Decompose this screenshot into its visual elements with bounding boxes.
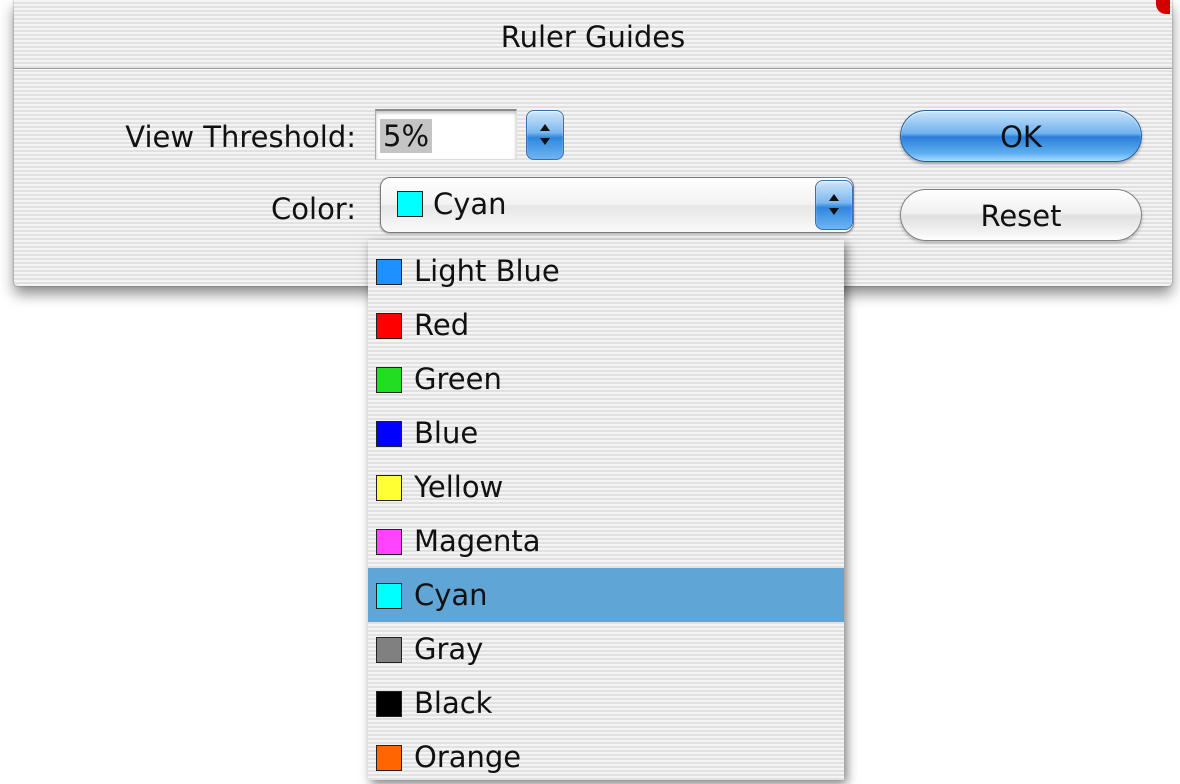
- menu-item-light-blue[interactable]: Light Blue: [368, 244, 844, 298]
- color-swatch-icon: [376, 637, 402, 663]
- menu-item-label: Light Blue: [414, 254, 560, 288]
- color-label: Color:: [271, 192, 356, 226]
- menu-item-orange[interactable]: Orange: [368, 730, 844, 784]
- arrow-down-icon[interactable]: [540, 138, 550, 145]
- color-swatch-icon: [376, 313, 402, 339]
- arrow-down-icon: [829, 208, 839, 215]
- menu-item-label: Blue: [414, 416, 479, 450]
- ok-button[interactable]: OK: [900, 110, 1142, 162]
- dialog-title: Ruler Guides: [500, 20, 686, 54]
- color-swatch-icon: [376, 745, 402, 771]
- menu-item-label: Cyan: [414, 578, 488, 612]
- color-popup-value: Cyan: [433, 187, 507, 221]
- menu-item-label: Green: [414, 362, 502, 396]
- menu-item-label: Orange: [414, 740, 522, 774]
- color-popup-button[interactable]: Cyan: [380, 177, 854, 233]
- title-bar[interactable]: Ruler Guides: [14, 0, 1172, 69]
- menu-item-label: Magenta: [414, 524, 541, 558]
- menu-item-black[interactable]: Black: [368, 676, 844, 730]
- color-swatch-icon: [376, 691, 402, 717]
- menu-item-yellow[interactable]: Yellow: [368, 460, 844, 514]
- color-swatch-icon: [376, 583, 402, 609]
- menu-item-blue[interactable]: Blue: [368, 406, 844, 460]
- arrow-up-icon[interactable]: [540, 124, 550, 131]
- color-swatch-icon: [376, 259, 402, 285]
- menu-item-gray[interactable]: Gray: [368, 622, 844, 676]
- menu-item-red[interactable]: Red: [368, 298, 844, 352]
- menu-item-cyan[interactable]: Cyan: [368, 568, 844, 622]
- color-popup-arrows[interactable]: [815, 180, 853, 230]
- reset-button[interactable]: Reset: [900, 189, 1142, 241]
- menu-item-label: Gray: [414, 632, 484, 666]
- color-dropdown-menu: Light Blue Red Green Blue Yellow Magenta Cyan G…: [368, 240, 844, 780]
- menu-item-label: Black: [414, 686, 493, 720]
- menu-item-magenta[interactable]: Magenta: [368, 514, 844, 568]
- color-swatch-icon: [376, 475, 402, 501]
- color-swatch-icon: [376, 421, 402, 447]
- view-threshold-field[interactable]: 5%: [375, 109, 517, 160]
- color-swatch-icon: [397, 191, 423, 217]
- arrow-up-icon: [829, 194, 839, 201]
- color-swatch-icon: [376, 367, 402, 393]
- color-swatch-icon: [376, 529, 402, 555]
- view-threshold-stepper[interactable]: [526, 110, 564, 160]
- view-threshold-value[interactable]: 5%: [380, 119, 433, 153]
- view-threshold-label: View Threshold:: [125, 120, 356, 154]
- menu-item-label: Yellow: [414, 470, 504, 504]
- menu-item-label: Red: [414, 308, 470, 342]
- menu-item-green[interactable]: Green: [368, 352, 844, 406]
